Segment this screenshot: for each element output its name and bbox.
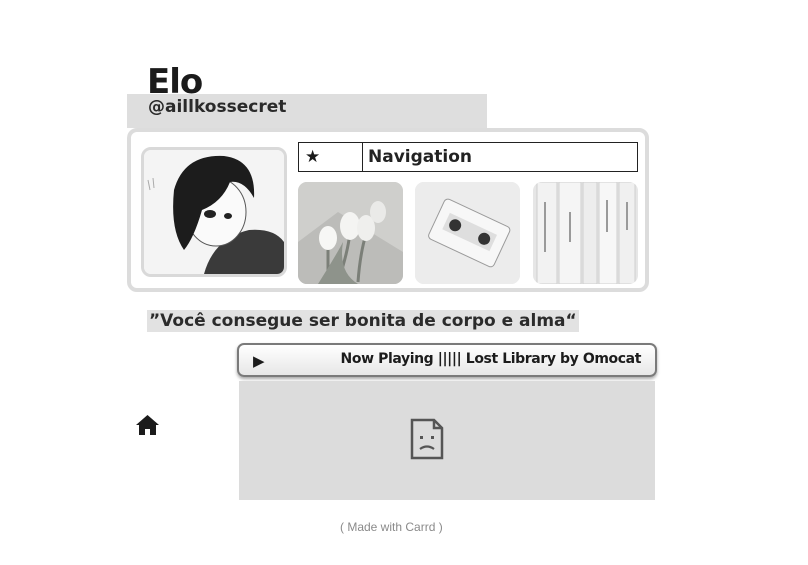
books-image xyxy=(533,182,638,284)
broken-document-icon xyxy=(410,418,444,460)
avatar xyxy=(141,147,287,277)
navigation-button[interactable]: ★ Navigation xyxy=(298,142,638,172)
embed-frame xyxy=(239,381,655,500)
star-icon: ★ xyxy=(299,143,363,171)
home-icon[interactable] xyxy=(135,414,160,436)
navigation-label: Navigation xyxy=(368,147,472,167)
footer-credit[interactable]: ( Made with Carrd ) xyxy=(340,520,443,534)
now-playing-text: Now Playing ||||| Lost Library by Omocat xyxy=(340,351,642,367)
avatar-illustration xyxy=(144,150,284,274)
profile-handle: @aillkossecret xyxy=(148,97,287,117)
music-player: ▶ Now Playing ||||| Lost Library by Omoc… xyxy=(237,343,657,377)
tulips-image xyxy=(298,182,403,284)
play-icon[interactable]: ▶ xyxy=(253,352,265,370)
profile-quote: ”Você consegue ser bonita de corpo e alm… xyxy=(147,310,579,332)
cassette-image xyxy=(415,182,520,284)
